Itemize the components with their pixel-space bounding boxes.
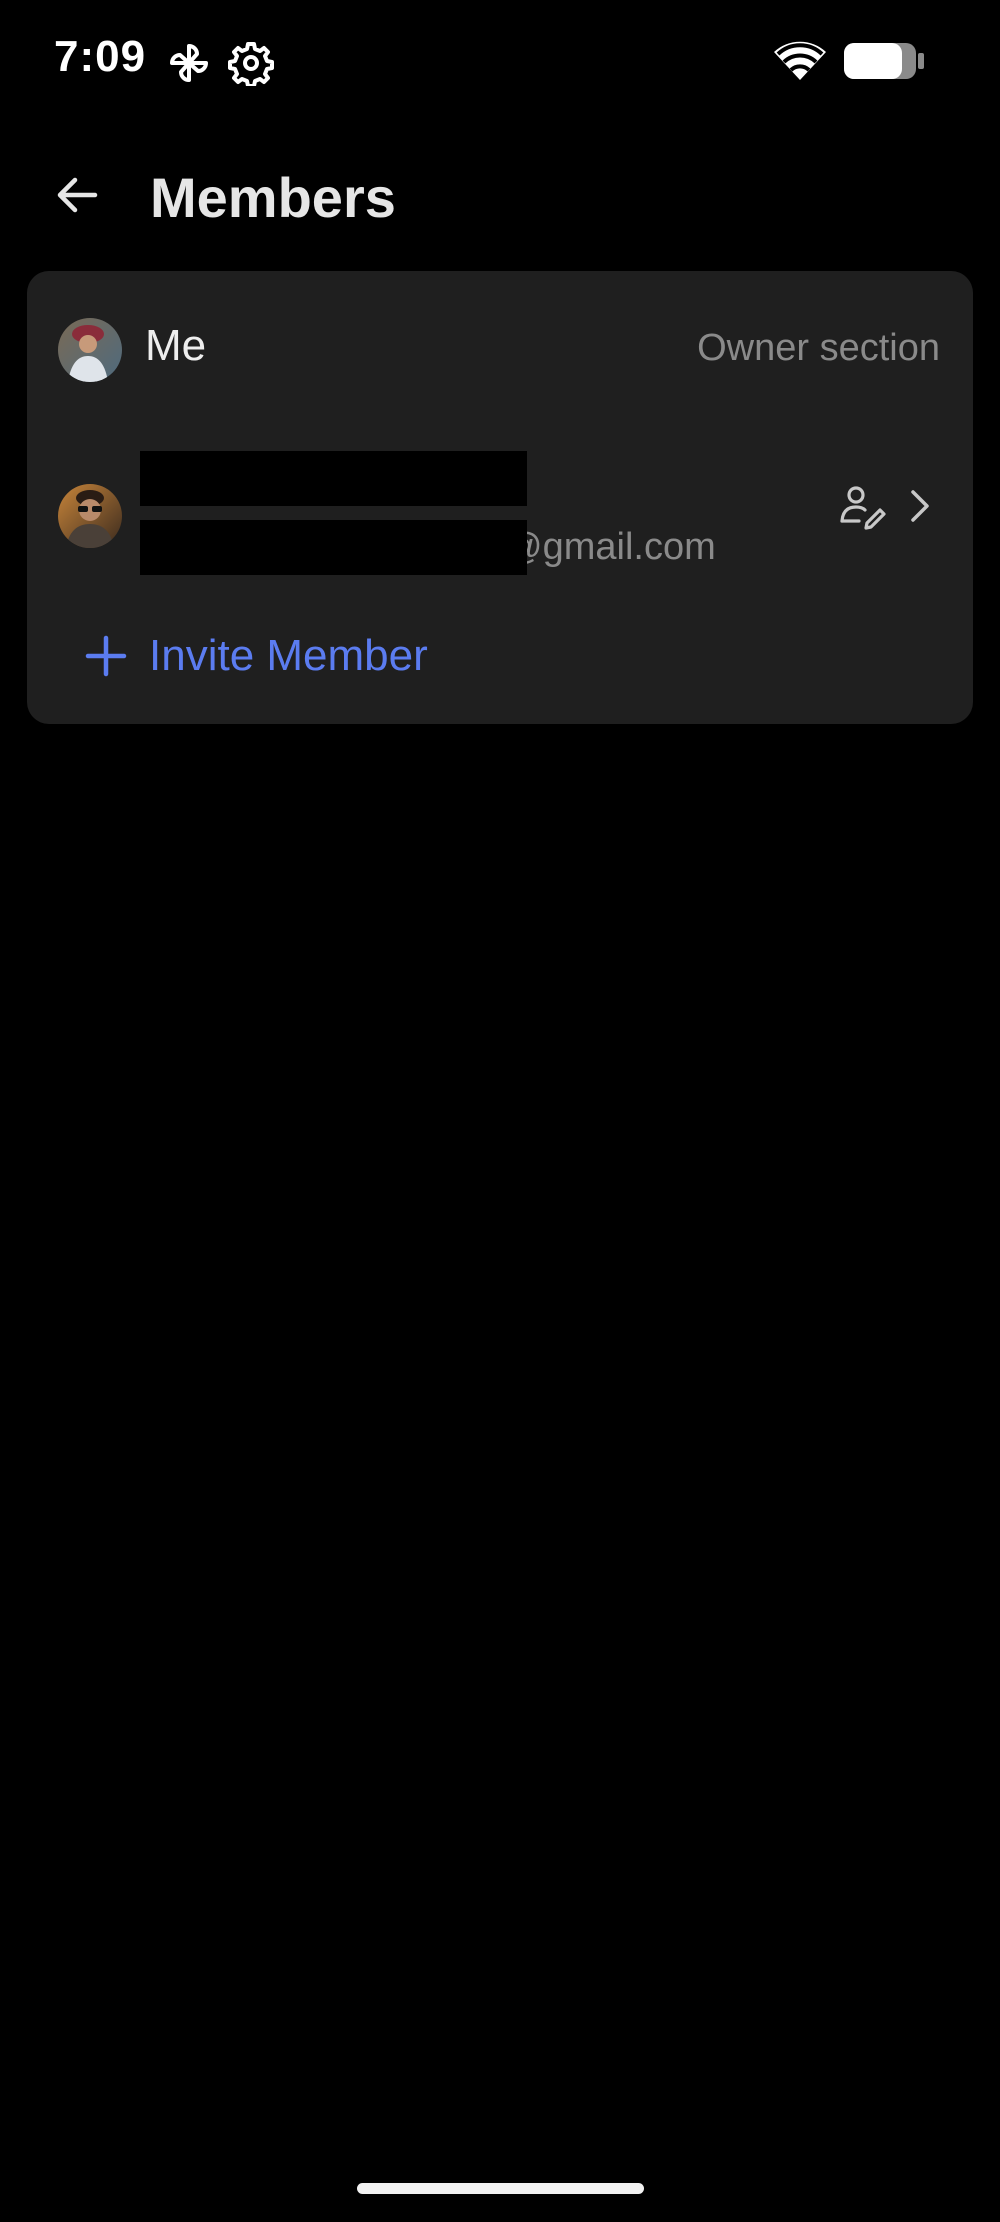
arrow-left-icon (57, 177, 98, 213)
wifi-icon (774, 41, 826, 80)
back-button[interactable] (42, 160, 112, 230)
redacted-member-name (140, 451, 527, 506)
member-email-suffix: @gmail.com (504, 526, 716, 568)
avatar[interactable] (58, 318, 122, 382)
battery-icon (844, 43, 924, 79)
plus-icon (85, 635, 127, 677)
gear-icon (228, 42, 274, 86)
home-indicator[interactable] (357, 2183, 644, 2194)
member-email: @gmail.com (140, 520, 820, 576)
page-title: Members (150, 166, 396, 229)
chevron-right-icon[interactable] (903, 483, 937, 529)
invite-member-label: Invite Member (149, 631, 428, 680)
owner-section-label: Owner section (697, 327, 940, 369)
invite-member-button[interactable]: Invite Member (83, 616, 428, 696)
edit-role-icon[interactable] (837, 481, 887, 531)
status-bar: 7:09 (0, 0, 1000, 120)
pinwheel-icon (170, 44, 208, 82)
status-time: 7:09 (54, 32, 147, 81)
member-row-me: Me Owner section (27, 271, 973, 431)
member-name-me: Me (145, 321, 207, 370)
redacted-email-prefix (140, 520, 527, 575)
avatar[interactable] (58, 484, 122, 548)
